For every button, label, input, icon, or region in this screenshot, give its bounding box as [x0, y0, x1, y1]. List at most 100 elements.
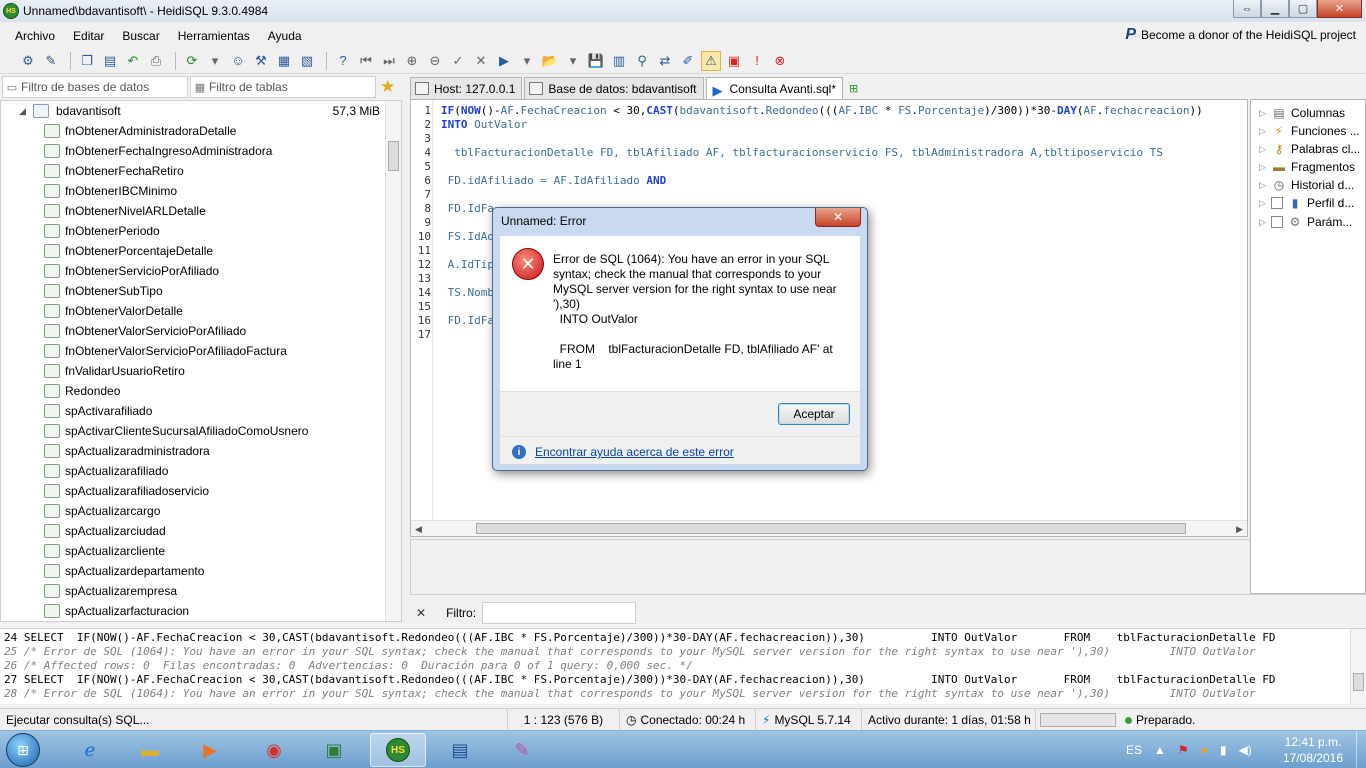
stop-on-error-icon[interactable]: !	[747, 51, 767, 71]
filter-input[interactable]	[482, 602, 637, 624]
expand-arrow-icon[interactable]: ▷	[1259, 162, 1271, 173]
replace-icon[interactable]: ⇄	[655, 51, 675, 71]
show-hidden-icons-icon[interactable]: ▲	[1154, 743, 1166, 757]
helper-snippets[interactable]: ▷ ▬ Fragmentos	[1251, 158, 1365, 176]
tree-item[interactable]: fnObtenerValorServicioPorAfiliado	[1, 321, 386, 341]
favorites-star-icon[interactable]: ★	[380, 77, 395, 97]
save-as-icon[interactable]: ▥	[609, 51, 629, 71]
tree-item[interactable]: fnObtenerPorcentajeDetalle	[1, 241, 386, 261]
disconnect-icon[interactable]: ⊗	[770, 51, 790, 71]
tree-item[interactable]: spActualizarciudad	[1, 521, 386, 541]
helper-keywords[interactable]: ▷ ⚷ Palabras cl...	[1251, 140, 1365, 158]
helper-history[interactable]: ▷ ◷ Historial d...	[1251, 176, 1365, 194]
database-tree[interactable]: ◢ bdavantisoft 57,3 MiB fnObtenerAdminis…	[0, 100, 402, 622]
network-app-icon[interactable]: ▤	[432, 733, 488, 767]
tab-database[interactable]: Base de datos: bdavantisoft	[524, 77, 704, 99]
tree-item[interactable]: fnObtenerAdministradoraDetalle	[1, 121, 386, 141]
user-manager-icon[interactable]: ☺	[228, 51, 248, 71]
show-desktop-button[interactable]	[1356, 731, 1366, 768]
menu-editar[interactable]: Editar	[68, 29, 109, 43]
network-icon[interactable]: ▮	[1220, 743, 1227, 757]
tree-item[interactable]: fnObtenerServicioPorAfiliado	[1, 261, 386, 281]
dropdown-arrow-icon[interactable]: ▾	[517, 51, 537, 71]
donor-link[interactable]: P Become a donor of the HeidiSQL project	[1125, 26, 1356, 44]
refresh-icon[interactable]: ⟳	[182, 51, 202, 71]
editor-horizontal-scrollbar[interactable]: ◀ ▶	[411, 520, 1247, 536]
menu-buscar[interactable]: Buscar	[117, 29, 164, 43]
network-warning-icon[interactable]: ⚑	[1178, 743, 1189, 757]
tree-item[interactable]: spActualizarfacturacion	[1, 601, 386, 621]
system-clock[interactable]: 12:41 p.m. 17/08/2016	[1270, 734, 1356, 766]
expand-arrow-icon[interactable]: ▷	[1259, 217, 1271, 228]
helper-functions[interactable]: ▷ ⚡ Funciones ...	[1251, 122, 1365, 140]
media-player-icon[interactable]: ▶	[182, 733, 238, 767]
export-icon[interactable]: ▦	[274, 51, 294, 71]
tree-item[interactable]: spActualizarafiliadoservicio	[1, 481, 386, 501]
tree-item[interactable]: spActualizarcargo	[1, 501, 386, 521]
terminal-icon[interactable]: ▣	[306, 733, 362, 767]
tree-item[interactable]: fnObtenerFechaRetiro	[1, 161, 386, 181]
dropdown-arrow-icon[interactable]: ▾	[563, 51, 583, 71]
parameters-checkbox[interactable]	[1271, 216, 1283, 228]
helper-parameters[interactable]: ▷ ⚙ Parám...	[1251, 213, 1365, 231]
menu-archivo[interactable]: Archivo	[10, 29, 60, 43]
tree-item[interactable]: spActualizarafiliado	[1, 461, 386, 481]
maintenance-icon[interactable]: ⚒	[251, 51, 271, 71]
cancel-edit-icon[interactable]: ✕	[471, 51, 491, 71]
expand-arrow-icon[interactable]: ▷	[1259, 198, 1271, 209]
warning-icon[interactable]: ⚠	[701, 50, 721, 71]
chrome-icon[interactable]: ◉	[246, 733, 302, 767]
tree-database-node[interactable]: ◢ bdavantisoft 57,3 MiB	[1, 101, 386, 121]
open-file-icon[interactable]: 📂	[540, 51, 560, 71]
minimize-button[interactable]: ▁	[1261, 0, 1289, 18]
helper-profile[interactable]: ▷ ▮ Perfil d...	[1251, 194, 1365, 212]
tree-item[interactable]: fnObtenerFechaIngresoAdministradora	[1, 141, 386, 161]
tree-item[interactable]: Redondeo	[1, 381, 386, 401]
tree-item[interactable]: spActualizarcliente	[1, 541, 386, 561]
log-scroll-thumb[interactable]	[1353, 673, 1364, 691]
scroll-right-icon[interactable]: ▶	[1236, 521, 1243, 536]
tree-item[interactable]: spActualizaradministradora	[1, 441, 386, 461]
help-link[interactable]: Encontrar ayuda acerca de este error	[535, 445, 734, 459]
volume-icon[interactable]: ◀)	[1239, 743, 1252, 757]
dropdown-arrow-icon[interactable]: ▾	[205, 51, 225, 71]
import-icon[interactable]: ▧	[297, 51, 317, 71]
new-query-tab-icon[interactable]: ⊞	[849, 82, 863, 95]
session-manager-icon[interactable]: ⚙	[18, 51, 38, 71]
tree-item[interactable]: fnValidarUsuarioRetiro	[1, 361, 386, 381]
clear-icon[interactable]: ▣	[724, 51, 744, 71]
tab-query[interactable]: ▶ Consulta Avanti.sql*	[705, 77, 844, 100]
maximize-button[interactable]: ▢	[1289, 0, 1317, 18]
tree-item[interactable]: spActivarClienteSucursalAfiliadoComoUsne…	[1, 421, 386, 441]
close-filter-icon[interactable]: ✕	[416, 606, 426, 620]
tree-item[interactable]: spActualizardepartamento	[1, 561, 386, 581]
undo-icon[interactable]: ↶	[123, 51, 143, 71]
paste-icon[interactable]: ▤	[100, 51, 120, 71]
table-filter-input[interactable]: ▦ Filtro de tablas	[190, 76, 376, 98]
update-icon[interactable]: ●	[1201, 743, 1208, 757]
tree-item[interactable]: fnObtenerValorServicioPorAfiliadoFactura	[1, 341, 386, 361]
internet-explorer-icon[interactable]: ℯ	[62, 733, 118, 767]
binoculars-icon[interactable]: ⚲	[632, 51, 652, 71]
edit-icon[interactable]: ✐	[678, 51, 698, 71]
scroll-left-icon[interactable]: ◀	[415, 521, 422, 536]
paint-icon[interactable]: ✎	[494, 733, 550, 767]
menu-ayuda[interactable]: Ayuda	[263, 29, 307, 43]
helper-columns[interactable]: ▷ ▤ Columnas	[1251, 104, 1365, 122]
database-filter-input[interactable]: ▭ Filtro de bases de datos	[2, 76, 188, 98]
first-record-icon[interactable]: ⏮	[356, 51, 376, 71]
tree-item[interactable]: spActivarafiliado	[1, 401, 386, 421]
save-icon[interactable]: 💾	[586, 51, 606, 71]
tree-scroll-thumb[interactable]	[388, 141, 399, 171]
tree-scrollbar[interactable]	[385, 101, 401, 621]
tab-host[interactable]: Host: 127.0.0.1	[410, 77, 523, 99]
tree-item[interactable]: fnObtenerSubTipo	[1, 281, 386, 301]
expand-arrow-icon[interactable]: ▷	[1259, 144, 1271, 155]
expand-arrow-icon[interactable]: ▷	[1259, 126, 1271, 137]
tree-item[interactable]: fnObtenerIBCMinimo	[1, 181, 386, 201]
expand-arrow-icon[interactable]: ▷	[1259, 108, 1271, 119]
help-circle-icon[interactable]: ?	[333, 51, 353, 71]
accept-button[interactable]: Aceptar	[778, 403, 850, 425]
connect-icon[interactable]: ✎	[41, 51, 61, 71]
tree-item[interactable]: fnObtenerPeriodo	[1, 221, 386, 241]
